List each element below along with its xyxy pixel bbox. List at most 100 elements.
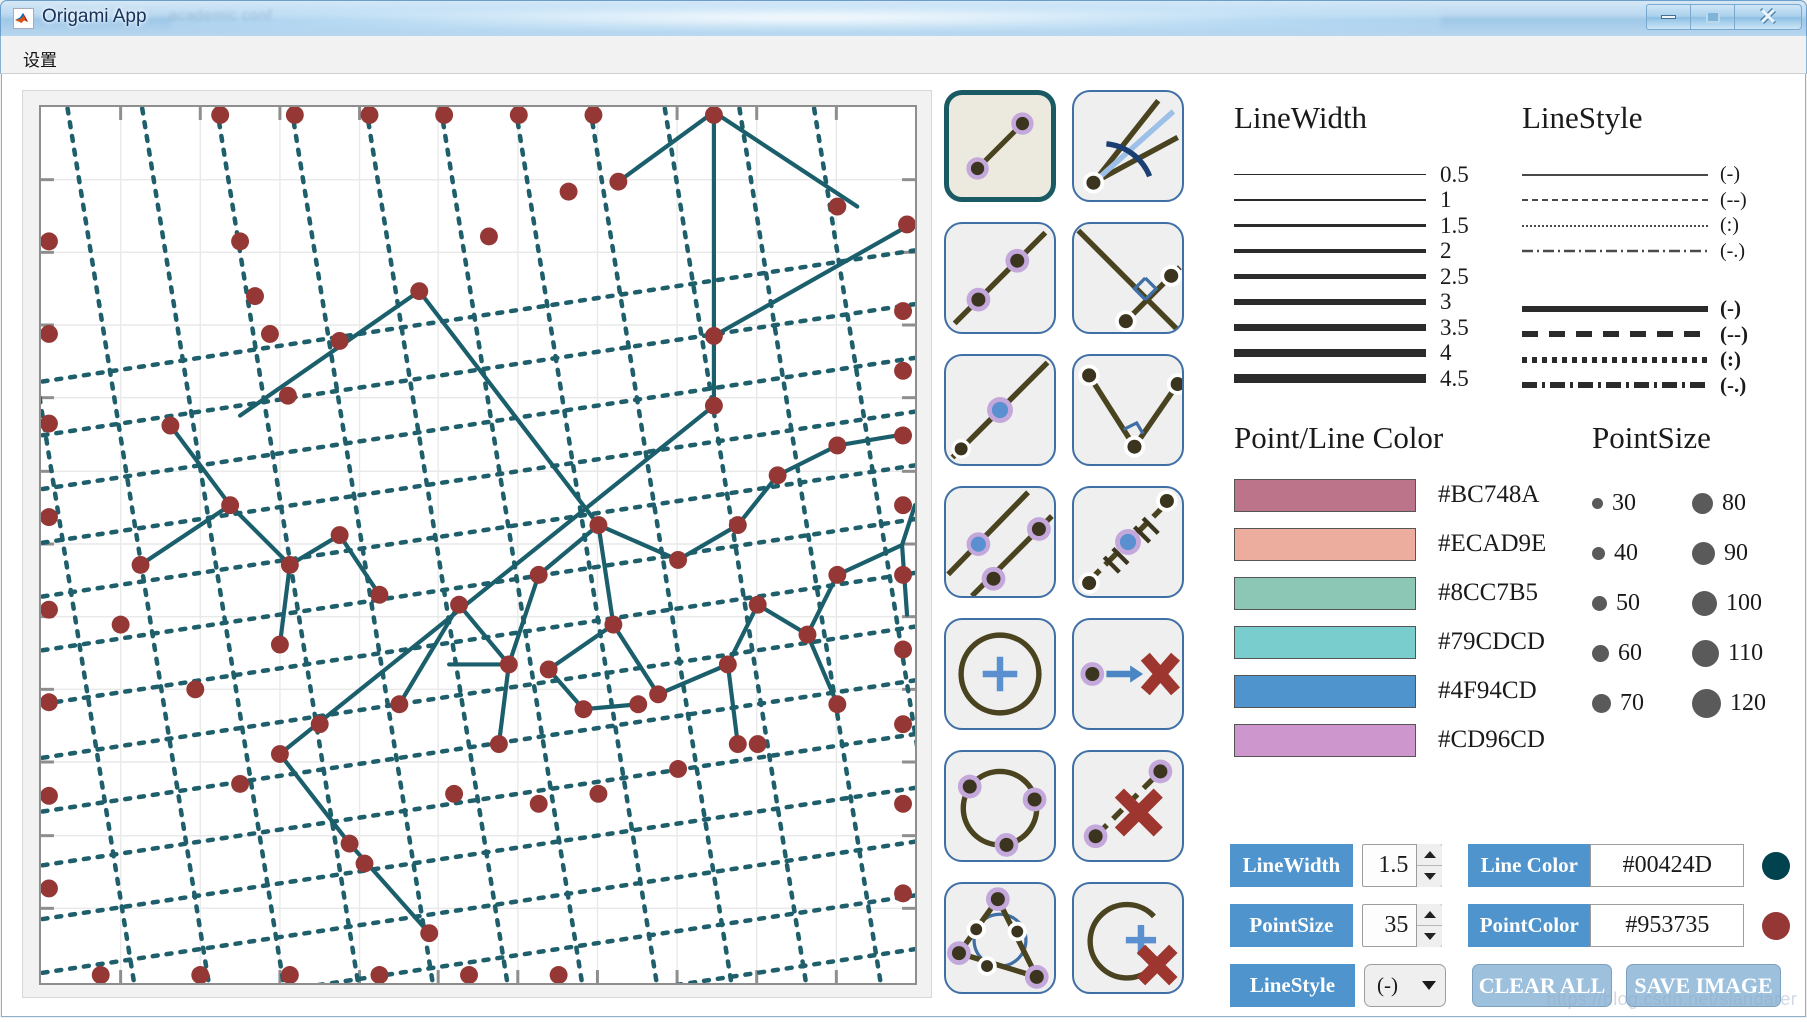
color-swatch[interactable] <box>1234 479 1416 512</box>
color-row[interactable]: #ECAD9E <box>1234 525 1554 563</box>
color-row[interactable]: #4F94CD <box>1234 672 1554 710</box>
linewidth-sample <box>1234 249 1426 253</box>
color-row[interactable]: #79CDCD <box>1234 623 1554 661</box>
close-button[interactable]: ✕ <box>1734 4 1802 30</box>
color-legend-title: Point/Line Color <box>1234 420 1554 456</box>
linewidth-input-value[interactable]: 1.5 <box>1363 852 1417 879</box>
linestyle-row[interactable]: (--) <box>1522 188 1782 214</box>
point-dot-icon <box>1692 591 1717 616</box>
linewidth-decrement-button[interactable] <box>1417 866 1442 887</box>
tool-add-circle[interactable] <box>944 618 1056 730</box>
linestyle-row[interactable]: (-.) <box>1522 239 1782 265</box>
pointsize-item[interactable]: 90 <box>1692 528 1802 578</box>
linewidth-row[interactable]: 1.5 <box>1234 213 1494 239</box>
origami-crease-pattern-canvas[interactable] <box>39 105 917 985</box>
pointsize-stepper[interactable]: 35 <box>1362 904 1443 947</box>
pointsize-legend-title: PointSize <box>1592 420 1807 456</box>
pointsize-item[interactable]: 70 <box>1592 678 1692 728</box>
maximize-button[interactable] <box>1690 4 1735 30</box>
linewidth-row[interactable]: 2 <box>1234 239 1494 265</box>
tool-line-through-two-points[interactable] <box>944 222 1056 334</box>
linestyle-label: (-) <box>1720 163 1740 186</box>
pointsize-item[interactable]: 100 <box>1692 578 1802 628</box>
save-image-button[interactable]: SAVE IMAGE <box>1626 964 1781 1007</box>
pointsize-item[interactable]: 40 <box>1592 528 1692 578</box>
linewidth-row[interactable]: 3 <box>1234 290 1494 316</box>
pointsize-item[interactable]: 80 <box>1692 478 1802 528</box>
pointsize-spin-buttons <box>1416 904 1442 947</box>
linewidth-value: 1 <box>1440 187 1452 213</box>
tool-parallel-line[interactable] <box>944 486 1056 598</box>
crease-family-a <box>41 244 915 983</box>
color-swatch[interactable] <box>1234 675 1416 708</box>
line-color-tag-button[interactable]: Line Color <box>1468 844 1590 887</box>
color-hex-label: #ECAD9E <box>1438 530 1546 558</box>
linestyle-dropdown[interactable]: (-) <box>1364 964 1446 1007</box>
linestyle-row[interactable]: (:) <box>1522 213 1782 239</box>
tool-angle-bisector[interactable] <box>1072 90 1184 202</box>
linestyle-tag-button[interactable]: LineStyle <box>1230 964 1355 1007</box>
tool-perpendicular-foot[interactable] <box>1072 354 1184 466</box>
tool-delete-line[interactable] <box>1072 750 1184 862</box>
pointsize-input-value[interactable]: 35 <box>1363 912 1417 939</box>
linewidth-sample <box>1234 374 1426 383</box>
menu-item-settings[interactable]: 设置 <box>17 44 63 73</box>
color-row[interactable]: #CD96CD <box>1234 721 1554 759</box>
linestyle-legend-title: LineStyle <box>1522 100 1782 136</box>
linewidth-row[interactable]: 4 <box>1234 341 1494 367</box>
linewidth-row[interactable]: 3.5 <box>1234 315 1494 341</box>
linewidth-row[interactable]: 1 <box>1234 188 1494 214</box>
linewidth-increment-button[interactable] <box>1417 844 1442 866</box>
linewidth-row[interactable]: 4.5 <box>1234 366 1494 392</box>
linewidth-stepper[interactable]: 1.5 <box>1362 844 1443 887</box>
linewidth-tag-button[interactable]: LineWidth <box>1230 844 1353 887</box>
linestyle-separator <box>1522 264 1782 296</box>
linestyle-sample-solid <box>1522 174 1708 176</box>
linestyle-row[interactable]: (:) <box>1522 347 1782 373</box>
tool-delete-circle[interactable] <box>1072 882 1184 994</box>
tool-circle-three-points[interactable] <box>944 750 1056 862</box>
point-color-tag-button[interactable]: PointColor <box>1468 904 1590 947</box>
pointsize-item[interactable]: 110 <box>1692 628 1802 678</box>
right-panel: LineWidth 0.5 1 1.5 2 2.5 3 3.5 4 4.5 Li… <box>1202 90 1792 998</box>
pointsize-decrement-button[interactable] <box>1417 926 1442 947</box>
linewidth-row[interactable]: 2.5 <box>1234 264 1494 290</box>
tool-perpendicular-line[interactable] <box>1072 222 1184 334</box>
clear-all-button[interactable]: CLEAR ALL <box>1472 964 1612 1007</box>
linestyle-row[interactable]: (--) <box>1522 322 1782 348</box>
color-swatch[interactable] <box>1234 724 1416 757</box>
color-row[interactable]: #8CC7B5 <box>1234 574 1554 612</box>
pointsize-value: 80 <box>1722 490 1746 517</box>
tool-perpendicular-bisector[interactable] <box>1072 486 1184 598</box>
tool-incircle-triangle[interactable] <box>944 882 1056 994</box>
linestyle-sample-dotted <box>1522 225 1708 227</box>
line-color-input[interactable]: #00424D <box>1590 844 1744 887</box>
linestyle-row[interactable]: (-) <box>1522 162 1782 188</box>
linewidth-sample <box>1234 274 1426 279</box>
color-swatch[interactable] <box>1234 577 1416 610</box>
application-window: academic conf Origami App ✕ 设置 <box>0 0 1807 1018</box>
linestyle-row[interactable]: (-) <box>1522 296 1782 322</box>
linestyle-row[interactable]: (-.) <box>1522 373 1782 399</box>
point-color-input[interactable]: #953735 <box>1590 904 1744 947</box>
pointsize-item[interactable]: 50 <box>1592 578 1692 628</box>
pointsize-increment-button[interactable] <box>1417 904 1442 926</box>
minimize-button[interactable] <box>1646 4 1691 30</box>
point-dot-icon <box>1592 645 1609 662</box>
color-swatch[interactable] <box>1234 528 1416 561</box>
tool-palette <box>944 90 1184 998</box>
linewidth-row[interactable]: 0.5 <box>1234 162 1494 188</box>
pointsize-tag-button[interactable]: PointSize <box>1230 904 1353 947</box>
tool-point-on-line[interactable] <box>944 354 1056 466</box>
pointsize-item[interactable]: 30 <box>1592 478 1692 528</box>
pointsize-item[interactable]: 60 <box>1592 628 1692 678</box>
color-hex-label: #BC748A <box>1438 481 1539 509</box>
color-swatch[interactable] <box>1234 626 1416 659</box>
tool-segment-two-points[interactable] <box>944 90 1056 202</box>
pointsize-item[interactable]: 120 <box>1692 678 1802 728</box>
tool-delete-point[interactable] <box>1072 618 1184 730</box>
color-row[interactable]: #BC748A <box>1234 476 1554 514</box>
chevron-down-icon <box>1424 873 1436 880</box>
window-title: Origami App <box>42 6 147 28</box>
pointsize-value: 70 <box>1620 690 1644 717</box>
